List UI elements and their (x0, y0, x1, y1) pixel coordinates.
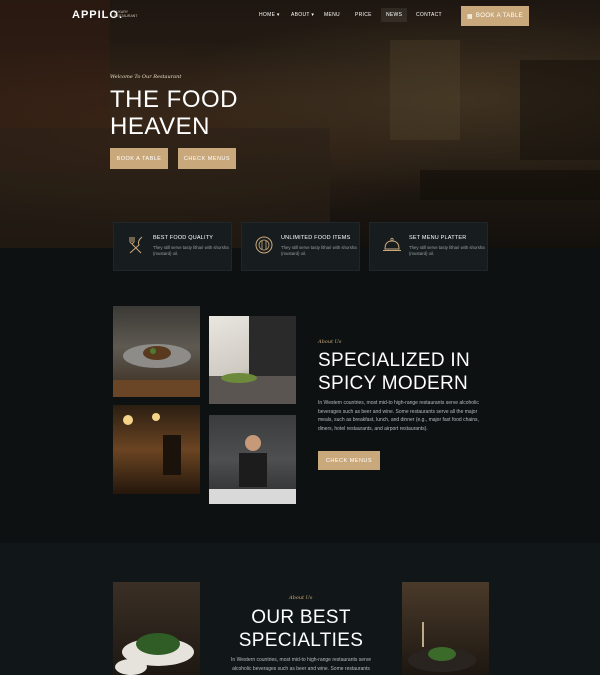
top-navigation: APPILO. LUXURY RESTAURANT HOME ▾ ABOUT ▾… (0, 0, 600, 32)
dish-photo (402, 582, 489, 675)
nav-menu[interactable]: MENU (324, 12, 340, 18)
food-photo-plate (113, 306, 200, 397)
check-menus-button[interactable]: CHECK MENUS (318, 451, 380, 470)
nav-contact[interactable]: CONTACT (416, 12, 442, 18)
feature-card-platter: SET MENU PLATTER They still serve tasty … (369, 222, 488, 271)
feature-card-quality: BEST FOOD QUALITY They still serve tasty… (113, 222, 232, 271)
fork-knife-icon (129, 236, 143, 254)
plate-icon (255, 236, 273, 254)
calendar-icon: ▦ (466, 13, 473, 20)
feature-title: BEST FOOD QUALITY (153, 235, 214, 241)
feature-desc: They still serve tasty lithari with shor… (153, 245, 229, 256)
feature-title: SET MENU PLATTER (409, 235, 467, 241)
feature-desc: They still serve tasty lithari with shor… (281, 245, 357, 256)
nav-price[interactable]: PRICE (355, 12, 372, 18)
hero-welcome: Welcome To Our Restaurant (110, 74, 182, 80)
feature-card-items: UNLIMITED FOOD ITEMS They still serve ta… (241, 222, 360, 271)
hero-book-button[interactable]: BOOK A TABLE (110, 148, 168, 169)
feature-desc: They still serve tasty lithari with shor… (409, 245, 485, 256)
chef-cooking-photo (209, 316, 296, 404)
chef-portrait-photo (209, 415, 296, 504)
salad-photo (113, 582, 200, 675)
logo-subtitle: LUXURY RESTAURANT (114, 10, 138, 18)
specialties-text: In Western countries, most mid-to high-r… (231, 657, 371, 672)
restaurant-interior-photo (113, 405, 200, 494)
feature-title: UNLIMITED FOOD ITEMS (281, 235, 351, 241)
specialized-title: SPECIALIZED IN SPICY MODERN (318, 350, 471, 394)
nav-home[interactable]: HOME ▾ (259, 12, 280, 18)
specialized-text: In Western countries, most mid-to high-r… (318, 400, 479, 432)
hero-section (0, 0, 600, 248)
specialties-title: OUR BEST SPECIALTIES (238, 607, 364, 651)
about-tag: About Us (318, 339, 342, 345)
hero-menus-button[interactable]: CHECK MENUS (178, 148, 236, 169)
hero-title: THE FOOD HEAVEN (110, 86, 238, 140)
nav-about[interactable]: ABOUT ▾ (291, 12, 314, 18)
nav-news[interactable]: NEWS (381, 8, 408, 22)
cloche-icon (383, 237, 401, 251)
book-table-button[interactable]: ▦ BOOK A TABLE (461, 6, 529, 26)
specialties-tag: About Us (289, 595, 313, 601)
